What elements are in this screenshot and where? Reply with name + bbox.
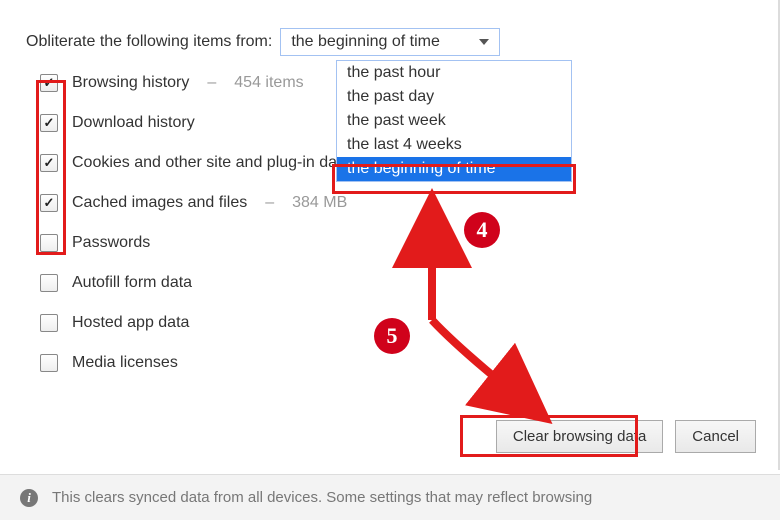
list-item: Autofill form data [40,274,754,292]
timerange-option[interactable]: the past day [337,85,571,109]
item-label: Media licenses [72,354,178,372]
checkbox-cached-images[interactable] [40,194,58,212]
checkbox-media-licenses[interactable] [40,354,58,372]
prompt-label: Obliterate the following items from: [26,33,272,51]
checkbox-browsing-history[interactable] [40,74,58,92]
timerange-selected-value: the beginning of time [291,33,440,51]
item-label: Cookies and other site and plug-in data [72,154,350,172]
list-item: Cached images and files – 384 MB [40,194,754,212]
cancel-button[interactable]: Cancel [675,420,756,453]
footer-text: This clears synced data from all devices… [52,489,592,506]
item-label: Hosted app data [72,314,189,332]
item-meta: 384 MB [292,194,347,212]
list-item: Media licenses [40,354,754,372]
timerange-select[interactable]: the beginning of time [280,28,500,56]
dash: – [207,74,216,92]
checkbox-autofill[interactable] [40,274,58,292]
list-item: Hosted app data [40,314,754,332]
dash: – [265,194,274,212]
timerange-option-selected[interactable]: the beginning of time [337,157,571,181]
item-meta: 454 items [234,74,303,92]
info-icon: i [20,489,38,507]
item-label: Download history [72,114,195,132]
item-label: Autofill form data [72,274,192,292]
timerange-option[interactable]: the last 4 weeks [337,133,571,157]
chevron-down-icon [479,39,489,45]
checkbox-download-history[interactable] [40,114,58,132]
footer-bar: i This clears synced data from all devic… [0,474,780,520]
timerange-option[interactable]: the past hour [337,61,571,85]
item-label: Browsing history [72,74,189,92]
checkbox-cookies[interactable] [40,154,58,172]
item-label: Passwords [72,234,150,252]
item-label: Cached images and files [72,194,247,212]
checkbox-passwords[interactable] [40,234,58,252]
list-item: Passwords [40,234,754,252]
timerange-dropdown[interactable]: the past hour the past day the past week… [336,60,572,182]
timerange-option[interactable]: the past week [337,109,571,133]
clear-browsing-data-button[interactable]: Clear browsing data [496,420,663,453]
checkbox-hosted-app[interactable] [40,314,58,332]
